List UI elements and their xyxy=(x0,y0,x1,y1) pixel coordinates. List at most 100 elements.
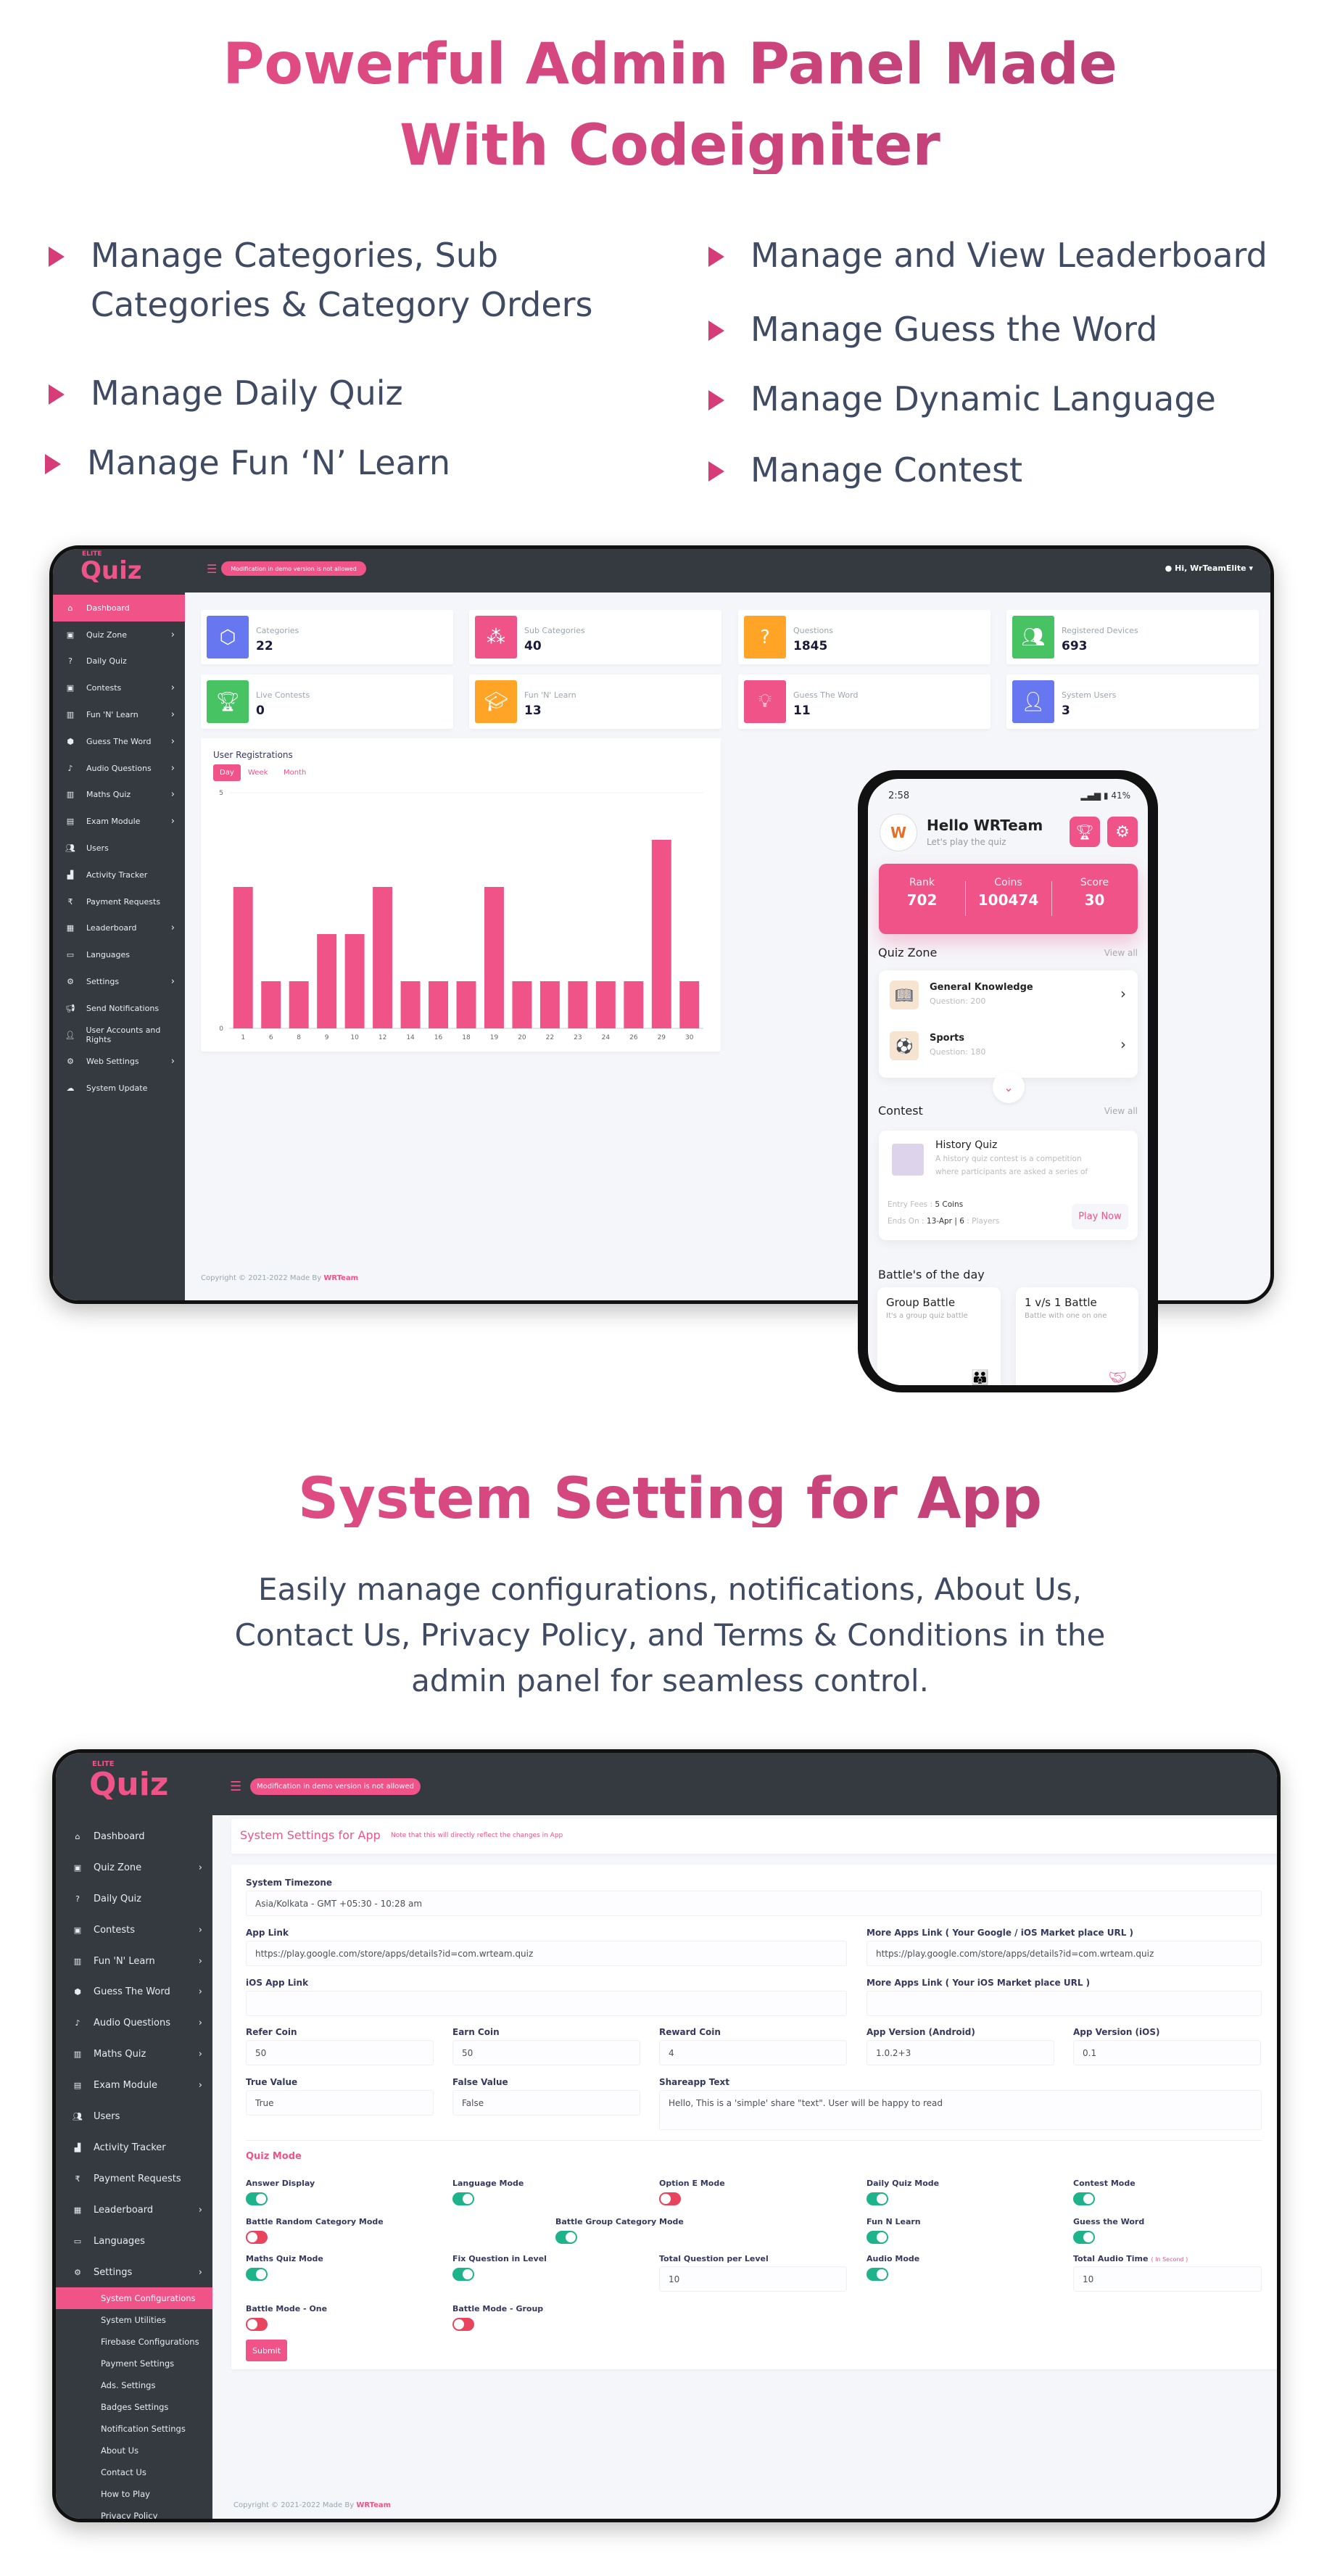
stat-card-sub-categories[interactable]: ⁂ Sub Categories 40 xyxy=(469,610,721,664)
field-input-app-link[interactable]: https://play.google.com/store/apps/detai… xyxy=(246,1941,847,1966)
toggle-answer-display[interactable] xyxy=(246,2192,268,2205)
bar-30[interactable] xyxy=(679,981,700,1028)
toggle-guess-the-word[interactable] xyxy=(1073,2231,1095,2244)
submenu-item-ads-settings[interactable]: Ads. Settings xyxy=(56,2374,212,2396)
sidebar-item-send-notifications[interactable]: 📢︎ Send Notifications xyxy=(53,995,185,1022)
bar-26[interactable] xyxy=(624,981,644,1028)
user-menu[interactable]: ● Hi, WrTeamElite ▾ xyxy=(1165,564,1253,573)
submenu-item-how-to-play[interactable]: How to Play xyxy=(56,2483,212,2505)
submenu-item-system-configurations[interactable]: System Configurations xyxy=(56,2287,212,2309)
sidebar-item-contests[interactable]: ▣ Contests › xyxy=(53,674,185,701)
stat-card-registered-devices[interactable]: 👥︎ Registered Devices 693 xyxy=(1006,610,1259,664)
sidebar-item-maths-quiz[interactable]: ▥ Maths Quiz › xyxy=(53,782,185,809)
submenu-item-firebase-configurations[interactable]: Firebase Configurations xyxy=(56,2331,212,2353)
sidebar-item-system-update[interactable]: ☁ System Update xyxy=(53,1075,185,1102)
sidebar-item-exam-module[interactable]: ▤ Exam Module › xyxy=(53,808,185,835)
submenu-item-about-us[interactable]: About Us xyxy=(56,2440,212,2461)
sidebar-item-leaderboard[interactable]: ▦ Leaderboard › xyxy=(56,2195,212,2226)
sidebar-item-web-settings[interactable]: ⚙ Web Settings › xyxy=(53,1049,185,1076)
field-input-more-apps-link-your-ios-market-place-url[interactable] xyxy=(867,1991,1262,2016)
field-input-false-value[interactable]: False xyxy=(452,2090,640,2115)
sidebar-item-daily-quiz[interactable]: ? Daily Quiz xyxy=(53,648,185,675)
submenu-item-system-utilities[interactable]: System Utilities xyxy=(56,2309,212,2331)
toggle-battle-random-category-mode[interactable] xyxy=(246,2231,268,2244)
sidebar-item-languages[interactable]: ▭ Languages xyxy=(56,2226,212,2257)
sidebar-item-guess-the-word[interactable]: ⬢ Guess The Word › xyxy=(53,728,185,755)
stat-card-live-contests[interactable]: 🏆︎ Live Contests 0 xyxy=(201,674,453,729)
sidebar-item-guess-the-word[interactable]: ⬢ Guess The Word › xyxy=(56,1977,212,2008)
field-input-refer-coin[interactable]: 50 xyxy=(246,2040,434,2065)
toggle-daily-quiz-mode[interactable] xyxy=(867,2192,888,2205)
sidebar-item-leaderboard[interactable]: ▦ Leaderboard › xyxy=(53,915,185,942)
stat-card-categories[interactable]: ⬡ Categories 22 xyxy=(201,610,453,664)
field-input-more-apps-link-your-google-ios-market-place-url[interactable]: https://play.google.com/store/apps/detai… xyxy=(867,1941,1262,1966)
footer-brand-link[interactable]: WRTeam xyxy=(323,1274,358,1282)
toggle-option-e-mode[interactable] xyxy=(659,2192,681,2205)
sidebar-item-dashboard[interactable]: ⌂ Dashboard xyxy=(56,1821,212,1852)
sidebar-item-fun-n-learn[interactable]: ▥ Fun 'N' Learn › xyxy=(53,701,185,728)
field-input-shareapp-text[interactable]: Hello, This is a 'simple' share "text". … xyxy=(659,2090,1262,2130)
contest-view-all[interactable]: View all xyxy=(1104,1106,1138,1116)
sidebar-item-quiz-zone[interactable]: ▣ Quiz Zone › xyxy=(53,622,185,648)
sidebar-item-activity-tracker[interactable]: ▟ Activity Tracker xyxy=(56,2132,212,2163)
field-input-system-timezone[interactable]: Asia/Kolkata - GMT +05:30 - 10:28 am xyxy=(246,1891,1262,1916)
sidebar-item-quiz-zone[interactable]: ▣ Quiz Zone › xyxy=(56,1852,212,1883)
sidebar-item-settings[interactable]: ⚙ Settings › xyxy=(56,2257,212,2288)
bar-20[interactable] xyxy=(512,981,532,1028)
submenu-item-privacy-policy[interactable]: Privacy Policy xyxy=(56,2505,212,2519)
bar-1[interactable] xyxy=(233,887,253,1028)
toggle-audio-mode[interactable] xyxy=(867,2268,888,2281)
sidebar-item-activity-tracker[interactable]: ▟ Activity Tracker xyxy=(53,862,185,888)
submit-button[interactable]: Submit xyxy=(246,2340,287,2361)
sidebar-item-users[interactable]: 👥︎ Users xyxy=(56,2101,212,2132)
stat-card-questions[interactable]: ? Questions 1845 xyxy=(738,610,990,664)
menu-toggle-icon[interactable]: ☰ xyxy=(230,1779,241,1794)
stat-card-fun-n-learn[interactable]: 🎓︎ Fun 'N' Learn 13 xyxy=(469,674,721,729)
total-question-input[interactable]: 10 xyxy=(659,2266,847,2292)
toggle-battle-group-category-mode[interactable] xyxy=(555,2231,577,2244)
sidebar-item-exam-module[interactable]: ▤ Exam Module › xyxy=(56,2070,212,2101)
footer-brand-link[interactable]: WRTeam xyxy=(356,2501,391,2509)
sidebar-item-languages[interactable]: ▭ Languages xyxy=(53,941,185,968)
toggle-maths-quiz-mode[interactable] xyxy=(246,2268,268,2281)
toggle-battle-mode-group[interactable] xyxy=(452,2318,474,2331)
bar-29[interactable] xyxy=(651,840,671,1028)
leaderboard-trophy-button[interactable]: 🏆︎ xyxy=(1070,817,1100,847)
quiz-category-item[interactable]: ⚽ Sports Question: 180 › xyxy=(879,1021,1138,1072)
sidebar-item-dashboard[interactable]: ⌂ Dashboard xyxy=(53,595,185,622)
expand-chevron-icon[interactable]: ⌄ xyxy=(993,1071,1025,1103)
field-input-reward-coin[interactable]: 4 xyxy=(659,2040,847,2065)
bar-8[interactable] xyxy=(289,981,309,1028)
sidebar-item-daily-quiz[interactable]: ? Daily Quiz xyxy=(56,1883,212,1915)
battle-card[interactable]: Group Battle It's a group quiz battle 👪︎ xyxy=(877,1287,1001,1385)
bar-10[interactable] xyxy=(344,934,365,1028)
submenu-item-contact-us[interactable]: Contact Us xyxy=(56,2461,212,2483)
sidebar-item-audio-questions[interactable]: ♪ Audio Questions › xyxy=(53,755,185,782)
toggle-contest-mode[interactable] xyxy=(1073,2192,1095,2205)
sidebar-item-settings[interactable]: ⚙ Settings › xyxy=(53,968,185,995)
settings-button[interactable]: ⚙ xyxy=(1107,817,1138,847)
menu-toggle-icon[interactable]: ☰ xyxy=(207,562,217,576)
field-input-app-version-android[interactable]: 1.0.2+3 xyxy=(867,2040,1054,2065)
sidebar-item-users[interactable]: 👥︎ Users xyxy=(53,835,185,862)
sidebar-item-audio-questions[interactable]: ♪ Audio Questions › xyxy=(56,2007,212,2039)
quiz-category-item[interactable]: 📖︎ General Knowledge Question: 200 › xyxy=(879,970,1138,1021)
bar-18[interactable] xyxy=(456,981,476,1028)
battle-card[interactable]: 1 v/s 1 Battle Battle with one on one 🤝︎ xyxy=(1016,1287,1138,1385)
bar-16[interactable] xyxy=(429,981,448,1028)
bar-24[interactable] xyxy=(595,981,616,1028)
toggle-battle-mode-one[interactable] xyxy=(246,2318,268,2331)
contest-card[interactable]: History Quiz A history quiz contest is a… xyxy=(879,1131,1138,1240)
bar-9[interactable] xyxy=(317,934,337,1028)
sidebar-item-maths-quiz[interactable]: ▥ Maths Quiz › xyxy=(56,2039,212,2070)
field-input-ios-app-link[interactable] xyxy=(246,1991,847,2016)
sidebar-item-payment-requests[interactable]: ₹ Payment Requests xyxy=(53,888,185,915)
submenu-item-badges-settings[interactable]: Badges Settings xyxy=(56,2396,212,2418)
bar-19[interactable] xyxy=(484,887,504,1028)
play-now-button[interactable]: Play Now xyxy=(1072,1204,1128,1229)
field-input-earn-coin[interactable]: 50 xyxy=(452,2040,640,2065)
audio-time-input[interactable]: 10 xyxy=(1073,2266,1262,2292)
avatar[interactable]: W xyxy=(880,814,917,851)
quiz-zone-view-all[interactable]: View all xyxy=(1104,948,1138,958)
toggle-fun-n-learn[interactable] xyxy=(867,2231,888,2244)
